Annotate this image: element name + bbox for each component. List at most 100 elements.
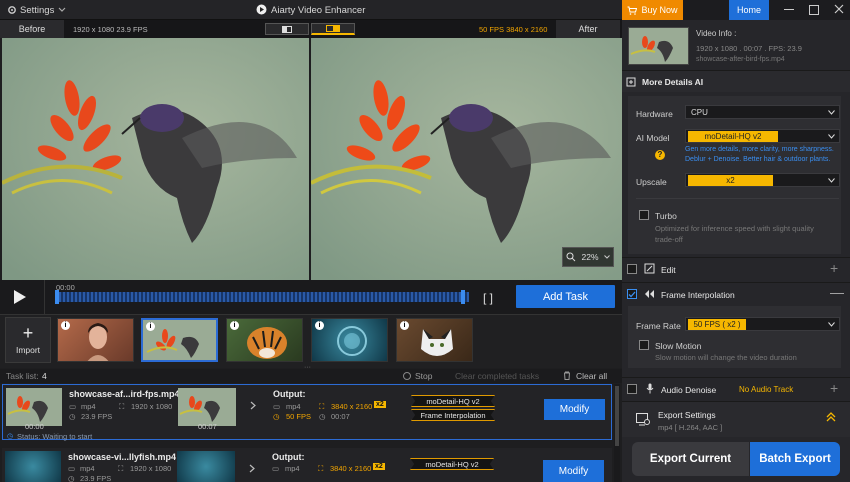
home-button[interactable]: Home [729,0,769,20]
export-settings-label: Export Settings [658,410,716,420]
ai-model-dropdown[interactable]: moDetail-HQ v2 [685,129,840,143]
audio-denoise-checkbox[interactable] [627,384,637,394]
plus-icon: + [22,323,34,343]
maximize-icon[interactable] [809,5,819,15]
chevron-down-icon[interactable] [58,7,66,13]
turbo-label: Turbo [655,211,677,221]
trash-icon[interactable] [563,371,571,380]
gear-icon[interactable] [7,5,17,15]
stop-button[interactable]: Stop [415,371,433,381]
enhance-icon [626,77,636,87]
task-input-thumbnail [5,451,61,482]
side-by-side-toggle[interactable] [311,23,355,35]
thumbnail-tiger[interactable]: i [226,318,303,362]
after-preview[interactable]: 22% [311,38,622,280]
scrollbar-thumb[interactable] [615,386,619,446]
thumbnail-jellyfish[interactable]: i [311,318,388,362]
scale-badge: x2 [374,401,386,408]
edit-checkbox[interactable] [627,264,637,274]
turbo-checkbox[interactable] [639,210,649,220]
trim-start-handle[interactable] [55,290,59,304]
thumbnail-cat[interactable]: i [396,318,473,362]
more-details-section-header[interactable]: More Details AI [622,70,850,92]
task-row[interactable]: showcase-vi...llyfish.mp4 ▭ mp4 ◷ 23.9 F… [2,448,612,482]
expand-plus-icon[interactable]: + [830,260,838,276]
thumbnail-bird[interactable]: i [141,318,218,362]
clear-all-button[interactable]: Clear all [576,371,607,381]
upscale-dropdown[interactable]: x2 [685,173,840,187]
frame-interp-icon [644,289,656,299]
info-icon[interactable]: i [61,321,70,330]
batch-export-button[interactable]: Batch Export [750,442,840,476]
thumbnail-portrait[interactable]: i [57,318,134,362]
export-current-button[interactable]: Export Current [632,442,749,476]
chevron-right-icon [250,401,256,410]
minimize-icon[interactable] [784,9,794,10]
input-format: mp4 [81,402,96,411]
frame-interp-tag: Frame Interpolation [411,409,495,421]
collapse-minus-icon[interactable]: — [830,284,844,300]
before-info: 1920 x 1080 23.9 FPS [73,25,148,34]
zoom-icon [566,252,576,262]
clock-icon: ◷ [319,412,326,421]
upscale-label: Upscale [636,177,667,187]
buy-now-label: Buy Now [641,5,678,15]
chevron-down-icon [828,110,835,115]
task-list-scrollbar[interactable] [614,384,620,482]
info-icon[interactable]: i [230,321,239,330]
audio-denoise-label: Audio Denoise [661,385,717,395]
edit-section-header[interactable]: Edit + [622,257,850,279]
frame-interp-label: Frame Interpolation [661,290,735,300]
hardware-value: CPU [691,107,708,117]
settings-menu[interactable]: Settings [20,5,54,16]
zoom-control[interactable]: 22% [562,247,614,267]
hardware-dropdown[interactable]: CPU [685,105,840,119]
output-format: mp4 [286,402,301,411]
trim-end-handle[interactable] [461,290,465,304]
task-row[interactable]: 00:00 showcase-af...ird-fps.mp4 ▭ mp4 ◷ … [2,384,612,441]
scale-badge: x2 [373,463,385,470]
frame-rate-dropdown[interactable]: 50 FPS ( x2 ) [685,317,840,331]
video-info-filename: showcase-after-bird-fps.mp4 [696,56,785,63]
export-settings-row[interactable]: Export Settings mp4 [ H.264, AAC ] [622,401,850,437]
clock-icon: ◷ [273,412,280,421]
chevron-down-icon [828,322,835,327]
title-bar: Settings Aiarty Video Enhancer [0,0,622,20]
file-icon: ▭ [69,402,77,411]
stop-icon[interactable] [403,372,411,380]
export-settings-icon [636,413,650,426]
slow-motion-checkbox[interactable] [639,340,649,350]
thumb-time-out: 00:07 [198,422,217,431]
before-preview[interactable] [2,38,309,280]
output-duration: 00:07 [331,412,350,421]
bracket-icon[interactable]: [ ] [483,291,493,305]
info-icon[interactable]: i [146,322,155,331]
chevrons-up-icon[interactable] [826,412,836,422]
frame-interp-checkbox[interactable] [627,289,637,299]
split-view-toggle[interactable] [265,23,309,35]
input-fps: 23.9 FPS [81,412,113,421]
compare-header: Before 1920 x 1080 23.9 FPS 50 FPS 3840 … [0,20,622,38]
file-icon: ▭ [272,464,280,473]
frame-interp-section-header[interactable]: Frame Interpolation — [622,282,850,304]
modify-button[interactable]: Modify [543,460,604,482]
info-icon[interactable]: i [315,321,324,330]
resolution-icon: ⛶ [318,464,324,473]
help-icon[interactable]: ? [655,150,665,160]
input-fps: 23.9 FPS [80,474,112,482]
buy-now-button[interactable]: Buy Now [622,0,683,20]
import-label: Import [15,345,41,355]
play-icon[interactable] [13,289,27,305]
add-task-button[interactable]: Add Task [516,285,615,308]
expand-plus-icon[interactable]: + [830,380,838,396]
resolution-icon: ⛶ [119,402,125,411]
close-icon[interactable] [834,4,844,14]
audio-denoise-section-header[interactable]: Audio Denoise No Audio Track + [622,377,850,399]
import-button[interactable]: + Import [5,317,51,363]
modify-button[interactable]: Modify [544,399,605,420]
slow-motion-description: Slow motion will change the video durati… [655,353,797,362]
info-icon[interactable]: i [400,321,409,330]
clock-icon: ◷ [69,412,76,421]
timeline-track[interactable] [55,292,469,302]
clear-completed-button[interactable]: Clear completed tasks [455,371,539,381]
